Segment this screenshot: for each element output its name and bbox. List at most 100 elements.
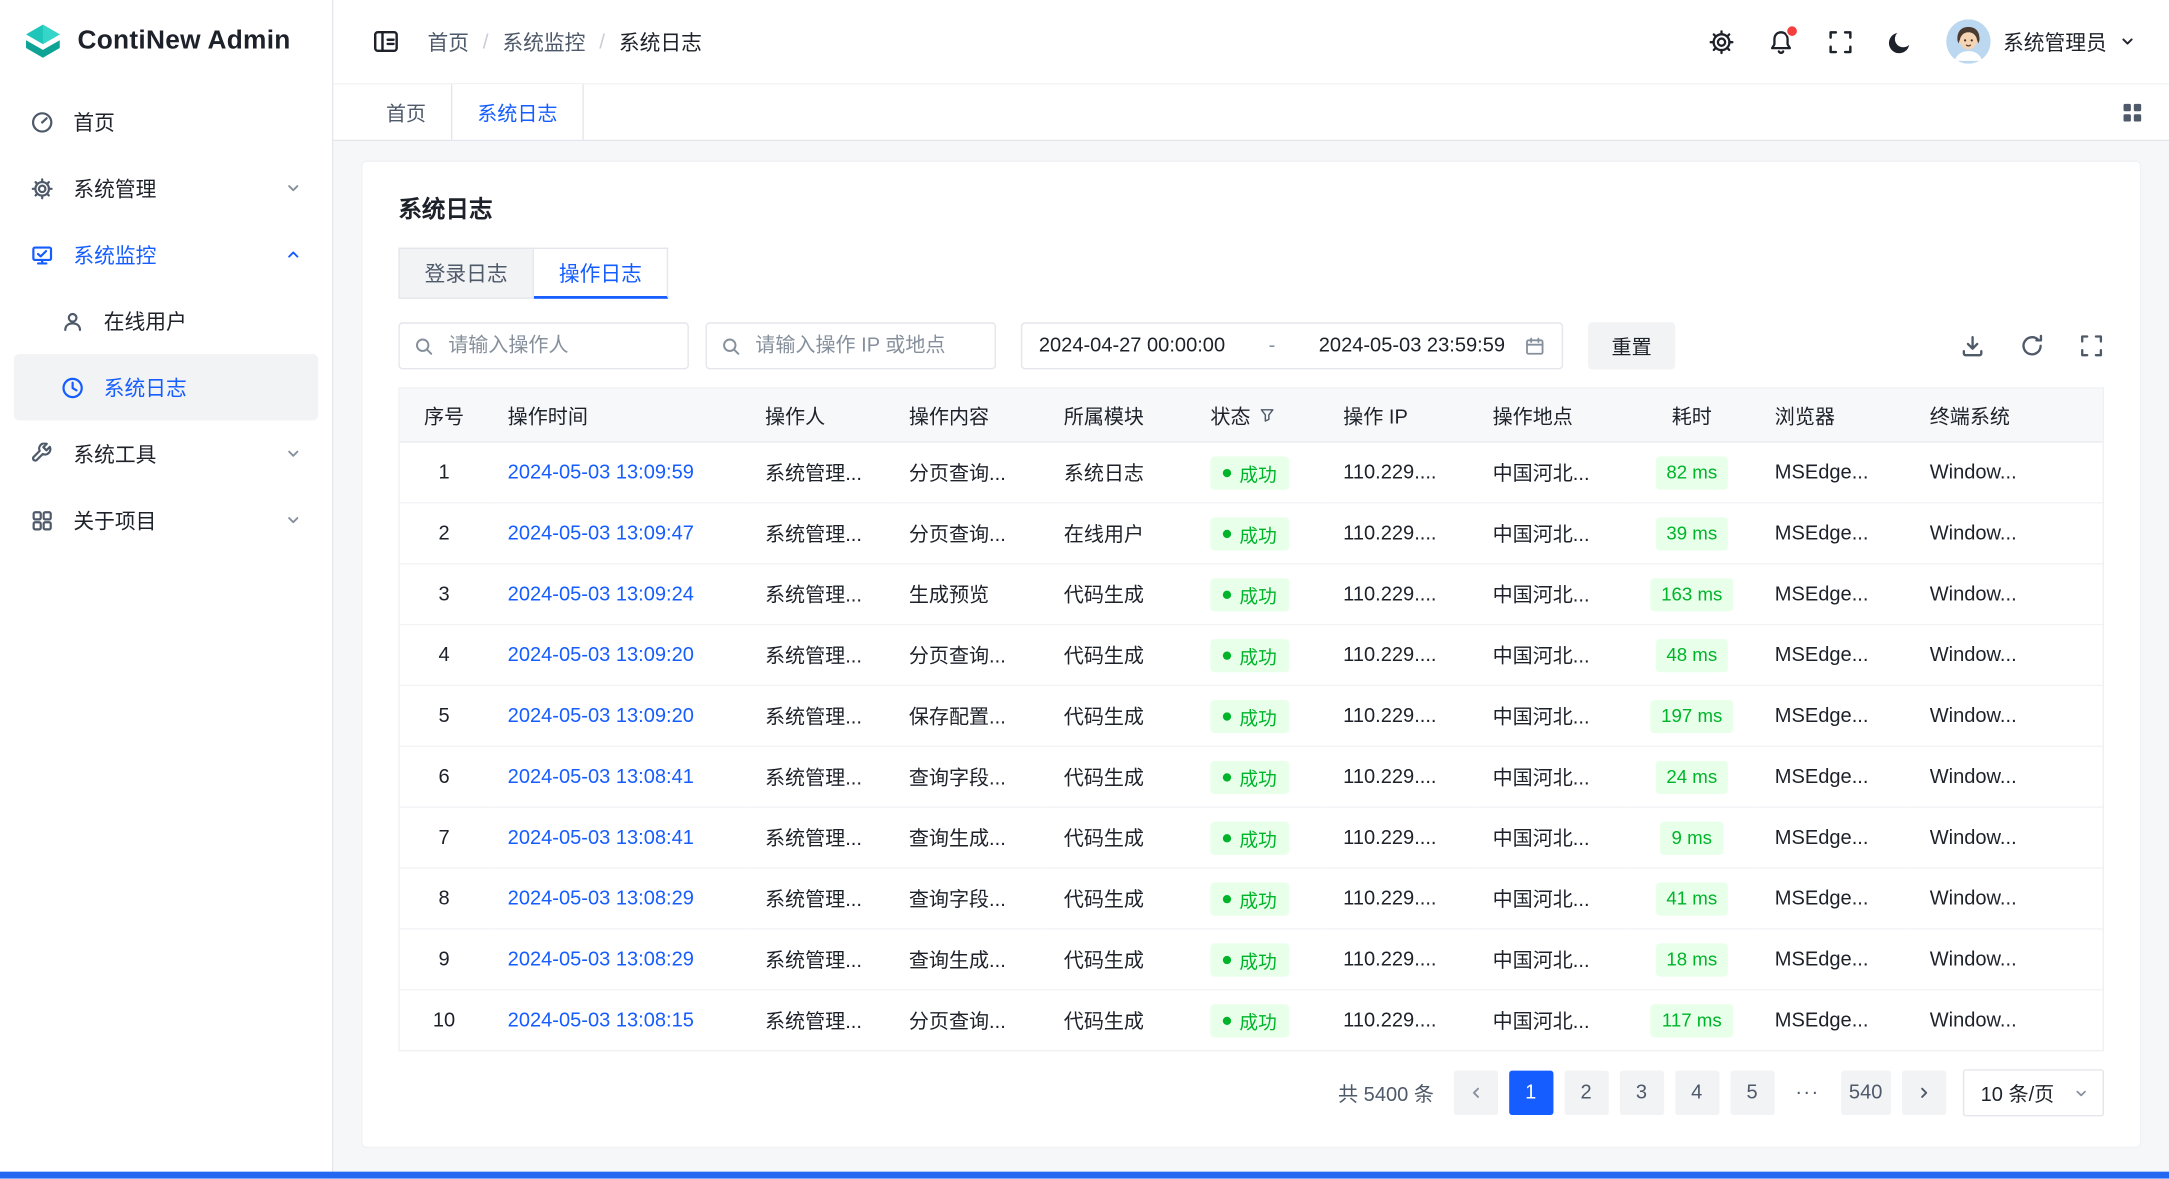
app-window: ContiNew Admin 首页 系统管理 (0, 0, 2169, 1179)
cell-module: 代码生成 (1044, 625, 1191, 686)
time-link[interactable]: 2024-05-03 13:09:20 (508, 705, 694, 727)
table-row: 8 2024-05-03 13:08:29 系统管理... 查询字段... 代码… (400, 869, 2103, 930)
sidebar-item-online-users[interactable]: 在线用户 (14, 288, 318, 354)
cell-index: 8 (400, 869, 489, 930)
ip-search-field[interactable] (705, 322, 995, 369)
page-button-3[interactable]: 3 (1619, 1071, 1663, 1115)
breadcrumb-home[interactable]: 首页 (427, 27, 469, 56)
tab-login-log[interactable]: 登录日志 (398, 248, 534, 299)
status-label: 成功 (1239, 459, 1276, 487)
sidebar-item-system-tools[interactable]: 系统工具 (14, 421, 318, 487)
time-link[interactable]: 2024-05-03 13:09:24 (508, 583, 694, 605)
cost-badge: 197 ms (1650, 699, 1733, 732)
cell-browser: MSEdge... (1755, 564, 1910, 625)
cell-location: 中国河北... (1473, 443, 1628, 504)
cell-operator: 系统管理... (746, 686, 890, 747)
page-size-select[interactable]: 10 条/页 (1963, 1069, 2104, 1116)
time-link[interactable]: 2024-05-03 13:09:59 (508, 461, 694, 483)
chevron-down-icon (2074, 1085, 2089, 1100)
cost-badge: 163 ms (1650, 578, 1733, 611)
wrench-icon (30, 442, 54, 466)
cell-browser: MSEdge... (1755, 504, 1910, 565)
log-type-tabs: 登录日志 操作日志 (398, 248, 2104, 299)
cell-time: 2024-05-03 13:08:15 (488, 990, 745, 1049)
status-dot (1223, 651, 1231, 659)
status-badge: 成功 (1210, 821, 1289, 854)
download-icon[interactable] (1960, 333, 1985, 358)
breadcrumb-monitor[interactable]: 系统监控 (502, 27, 585, 56)
cell-os: Window... (1910, 564, 2102, 625)
collapse-sidebar-icon[interactable] (364, 19, 408, 63)
page-button-1[interactable]: 1 (1509, 1071, 1553, 1115)
time-link[interactable]: 2024-05-03 13:08:29 (508, 948, 694, 970)
cell-browser: MSEdge... (1755, 990, 1910, 1049)
reset-button[interactable]: 重置 (1588, 322, 1675, 369)
user-menu[interactable]: 系统管理员 (1946, 19, 2136, 63)
table-row: 6 2024-05-03 13:08:41 系统管理... 查询字段... 代码… (400, 747, 2103, 808)
ip-search-input[interactable] (753, 333, 981, 358)
view-tab-home[interactable]: 首页 (361, 84, 451, 139)
time-link[interactable]: 2024-05-03 13:09:20 (508, 644, 694, 666)
notification-bell-icon[interactable] (1768, 28, 1794, 54)
cell-browser: MSEdge... (1755, 625, 1910, 686)
page-button-5[interactable]: 5 (1730, 1071, 1774, 1115)
cell-cost: 18 ms (1628, 930, 1755, 991)
status-badge: 成功 (1210, 882, 1289, 915)
refresh-icon[interactable] (2020, 333, 2045, 358)
cell-ip: 110.229.... (1324, 504, 1473, 565)
status-label: 成功 (1239, 885, 1276, 913)
time-link[interactable]: 2024-05-03 13:09:47 (508, 522, 694, 544)
page-button-4[interactable]: 4 (1675, 1071, 1719, 1115)
logo-row[interactable]: ContiNew Admin (0, 0, 332, 83)
time-link[interactable]: 2024-05-03 13:08:15 (508, 1009, 694, 1031)
sidebar-item-label: 首页 (73, 107, 115, 136)
search-icon (414, 335, 435, 356)
status-label: 成功 (1239, 519, 1276, 547)
dashboard-icon (30, 110, 54, 134)
time-link[interactable]: 2024-05-03 13:08:29 (508, 887, 694, 909)
status-badge: 成功 (1210, 456, 1289, 489)
cell-browser: MSEdge... (1755, 747, 1910, 808)
cell-cost: 24 ms (1628, 747, 1755, 808)
cell-time: 2024-05-03 13:09:20 (488, 625, 745, 686)
cell-cost: 41 ms (1628, 869, 1755, 930)
dark-mode-moon-icon[interactable] (1887, 28, 1913, 54)
cost-badge: 82 ms (1655, 456, 1728, 489)
operator-search-input[interactable] (445, 333, 673, 358)
view-tab-system-log[interactable]: 系统日志 (451, 84, 584, 139)
next-page-button[interactable] (1902, 1071, 1946, 1115)
brand-title: ContiNew Admin (77, 26, 290, 56)
date-range-picker[interactable]: 2024-04-27 00:00:00 - 2024-05-03 23:59:5… (1021, 322, 1563, 369)
settings-gear-icon[interactable] (1708, 28, 1734, 54)
cell-content: 保存配置... (889, 686, 1044, 747)
page-button-540[interactable]: 540 (1841, 1071, 1891, 1115)
prev-page-button[interactable] (1453, 1071, 1497, 1115)
page-button-2[interactable]: 2 (1564, 1071, 1608, 1115)
tab-operation-log[interactable]: 操作日志 (534, 248, 668, 299)
time-link[interactable]: 2024-05-03 13:08:41 (508, 766, 694, 788)
status-dot (1223, 590, 1231, 598)
date-end: 2024-05-03 23:59:59 (1319, 335, 1505, 357)
sidebar-item-home[interactable]: 首页 (14, 89, 318, 155)
tab-actions-grid-icon[interactable] (2121, 84, 2169, 139)
fullscreen-icon[interactable] (1827, 28, 1853, 54)
view-tab-label: 首页 (386, 98, 426, 127)
cell-browser: MSEdge... (1755, 930, 1910, 991)
cell-module: 代码生成 (1044, 747, 1191, 808)
time-link[interactable]: 2024-05-03 13:08:41 (508, 827, 694, 849)
cost-badge: 9 ms (1660, 821, 1723, 854)
sidebar-item-system-management[interactable]: 系统管理 (14, 155, 318, 221)
sidebar-item-about-project[interactable]: 关于项目 (14, 487, 318, 553)
sidebar-item-system-monitor[interactable]: 系统监控 (14, 221, 318, 287)
avatar (1946, 19, 1990, 63)
operator-search-field[interactable] (398, 322, 688, 369)
cell-ip: 110.229.... (1324, 930, 1473, 991)
system-log-card: 系统日志 登录日志 操作日志 (361, 160, 2141, 1148)
expand-table-icon[interactable] (2079, 333, 2104, 358)
cell-os: Window... (1910, 686, 2102, 747)
pagination-ellipsis[interactable]: ··· (1785, 1071, 1829, 1115)
sidebar-item-system-log[interactable]: 系统日志 (14, 354, 318, 420)
cell-time: 2024-05-03 13:08:29 (488, 869, 745, 930)
breadcrumb: 首页 / 系统监控 / 系统日志 (427, 27, 701, 56)
filter-funnel-icon[interactable] (1259, 407, 1276, 424)
